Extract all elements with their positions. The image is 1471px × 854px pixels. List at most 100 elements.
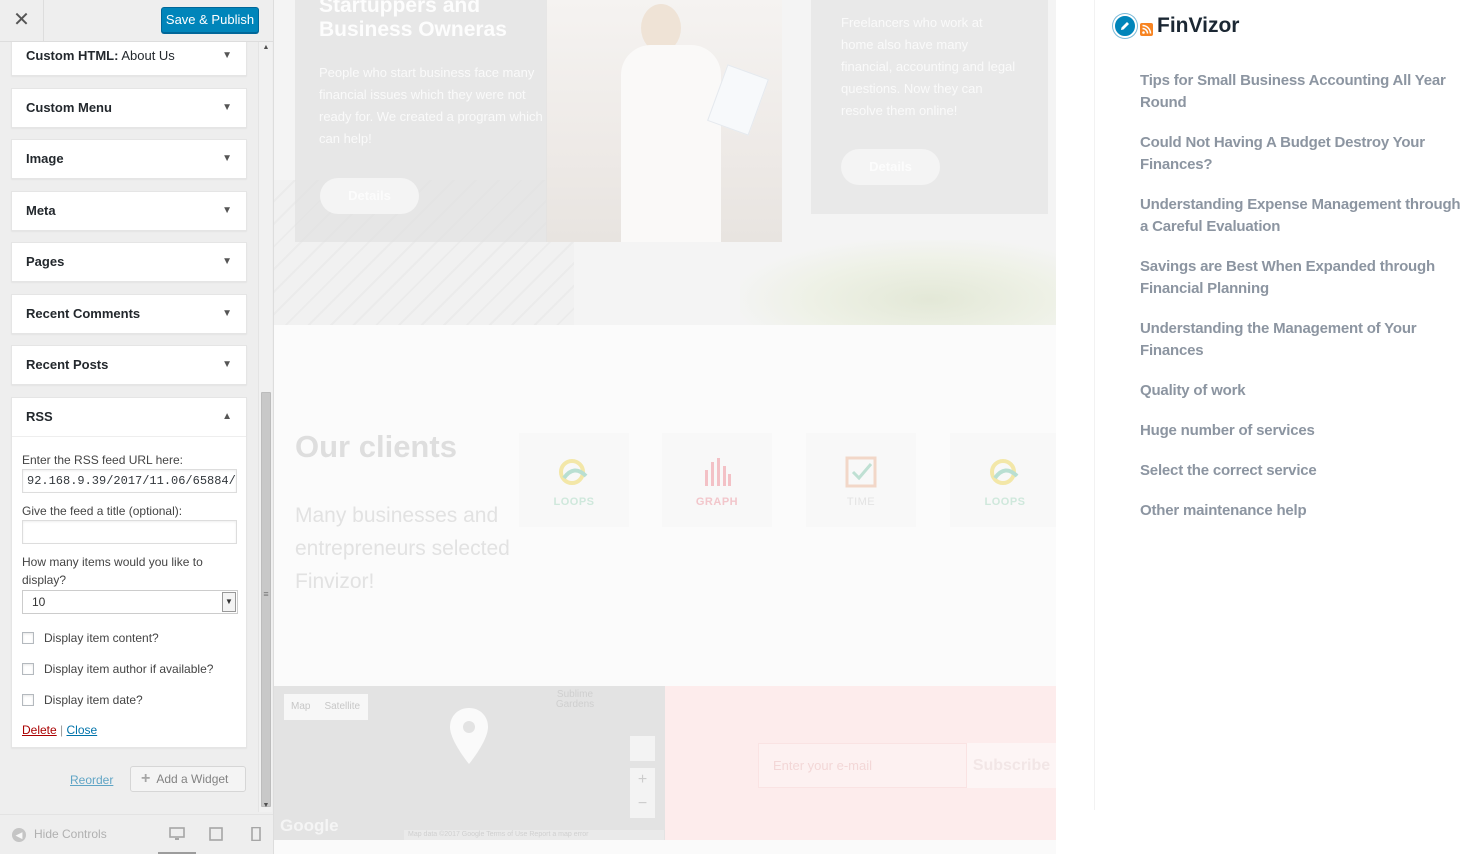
widget-header[interactable]: Custom HTML: About Us ▼ [12, 42, 246, 75]
close-customizer-button[interactable]: ✕ [0, 0, 44, 41]
expand-arrow-icon[interactable]: ▼ [222, 346, 232, 384]
subscribe-button[interactable]: Subscribe [967, 743, 1056, 788]
collapse-arrow-icon[interactable]: ▲ [222, 398, 232, 436]
hide-controls-button[interactable]: ◀ Hide Controls [12, 827, 107, 842]
time-logo-icon [845, 456, 877, 488]
chevron-down-icon[interactable]: ▼ [222, 592, 236, 612]
widget-title: Meta [26, 203, 56, 218]
street-view-icon[interactable] [630, 736, 655, 761]
customizer-header: ✕ Save & Publish [0, 0, 273, 42]
grip-icon: ≡ [263, 589, 269, 599]
woman-photo [546, 0, 782, 242]
widget-meta[interactable]: Meta ▼ [11, 191, 247, 231]
tablet-preview-icon[interactable] [208, 827, 224, 841]
delete-widget-link[interactable]: Delete [22, 723, 57, 737]
display-content-checkbox[interactable] [22, 631, 34, 644]
widget-header[interactable]: Image ▼ [12, 140, 246, 178]
display-date-checkbox[interactable] [22, 693, 34, 706]
items-count-value: 10 [32, 595, 46, 609]
customizer-footer: ◀ Hide Controls [0, 814, 273, 854]
display-author-option[interactable]: Display item author if available? [22, 653, 236, 684]
email-input[interactable]: Enter your e-mail [758, 743, 967, 788]
rss-widget-title[interactable]: FinVizor [1157, 14, 1239, 38]
widget-title: Custom HTML: [26, 48, 119, 63]
rss-item-link[interactable]: Huge number of services [1140, 420, 1470, 442]
expand-arrow-icon[interactable]: ▼ [222, 89, 232, 127]
rss-item-link[interactable]: Savings are Best When Expanded through F… [1140, 256, 1470, 300]
mobile-preview-icon[interactable] [248, 827, 264, 841]
rss-item-link[interactable]: Select the correct service [1140, 460, 1470, 482]
sidebar-scrollbar[interactable]: ▲ ≡ ▼ [258, 42, 272, 812]
widget-title: Recent Posts [26, 357, 109, 372]
actions-separator: | [56, 723, 67, 737]
scrollbar-thumb[interactable]: ≡ [261, 392, 271, 807]
details-button[interactable]: Details [320, 178, 419, 214]
widget-header[interactable]: RSS ▲ [12, 398, 246, 436]
widget-header[interactable]: Recent Posts ▼ [12, 346, 246, 384]
rss-icon[interactable] [1140, 22, 1153, 36]
widget-title: RSS [26, 409, 53, 424]
close-widget-link[interactable]: Close [66, 723, 97, 737]
items-count-select[interactable]: 10 ▼ [22, 590, 238, 614]
widget-custom-menu[interactable]: Custom Menu ▼ [11, 88, 247, 128]
rss-item-link[interactable]: Quality of work [1140, 380, 1470, 402]
client-logo-time: TIME [806, 433, 916, 527]
widgets-panel: Custom HTML: About Us ▼ Custom Menu ▼ Im… [0, 42, 258, 812]
rss-widget-header: FinVizor [1113, 13, 1239, 39]
rss-url-input[interactable]: 92.168.9.39/2017/11.06/65884/feed [22, 469, 237, 493]
expand-arrow-icon[interactable]: ▼ [222, 42, 232, 75]
logo-label: GRAPH [695, 496, 739, 508]
details-button[interactable]: Details [841, 149, 940, 185]
widget-custom-html[interactable]: Custom HTML: About Us ▼ [11, 42, 247, 76]
widget-header[interactable]: Pages ▼ [12, 243, 246, 281]
satellite-tab[interactable]: Satellite [317, 694, 367, 720]
map-area-label: Sublime Gardens [555, 689, 595, 710]
google-map[interactable]: Map Satellite Sublime Gardens + − Google … [274, 686, 665, 840]
feed-title-input[interactable] [22, 520, 237, 544]
map-tab[interactable]: Map [284, 694, 317, 720]
expand-arrow-icon[interactable]: ▼ [222, 243, 232, 281]
add-widget-label: Add a Widget [156, 772, 229, 786]
widget-recent-comments[interactable]: Recent Comments ▼ [11, 294, 247, 334]
clients-title: Our clients [295, 429, 457, 464]
map-pin-icon[interactable] [450, 708, 488, 764]
map-terms-text[interactable]: Map data ©2017 Google Terms of Use Repor… [404, 830, 664, 840]
hide-controls-label: Hide Controls [34, 827, 107, 841]
rss-item-link[interactable]: Could Not Having A Budget Destroy Your F… [1140, 132, 1470, 176]
widget-rss[interactable]: RSS ▲ Enter the RSS feed URL here: 92.16… [11, 397, 247, 748]
expand-arrow-icon[interactable]: ▼ [222, 295, 232, 333]
map-type-control[interactable]: Map Satellite [284, 694, 368, 720]
desktop-preview-icon[interactable] [169, 827, 185, 841]
widget-header[interactable]: Meta ▼ [12, 192, 246, 230]
widget-recent-posts[interactable]: Recent Posts ▼ [11, 345, 247, 385]
edit-shortcut-button[interactable] [1113, 14, 1137, 38]
google-logo: Google [280, 816, 339, 835]
zoom-out-icon[interactable]: − [630, 792, 655, 816]
display-date-option[interactable]: Display item date? [22, 684, 236, 715]
widget-title: Custom Menu [26, 100, 112, 115]
pencil-icon [1121, 22, 1129, 30]
scroll-up-icon[interactable]: ▲ [259, 42, 273, 54]
rss-widget-preview: FinVizor Tips for Small Business Account… [1094, 0, 1471, 810]
add-widget-button[interactable]: + Add a Widget [130, 766, 246, 792]
expand-arrow-icon[interactable]: ▼ [222, 192, 232, 230]
rss-item-link[interactable]: Understanding the Management of Your Fin… [1140, 318, 1470, 362]
widget-header[interactable]: Recent Comments ▼ [12, 295, 246, 333]
widget-pages[interactable]: Pages ▼ [11, 242, 247, 282]
display-author-checkbox[interactable] [22, 662, 34, 675]
rss-item-link[interactable]: Tips for Small Business Accounting All Y… [1140, 70, 1470, 114]
widget-header[interactable]: Custom Menu ▼ [12, 89, 246, 127]
zoom-control[interactable]: + − [630, 768, 655, 818]
save-publish-button[interactable]: Save & Publish [161, 7, 259, 33]
rss-item-link[interactable]: Other maintenance help [1140, 500, 1470, 522]
widget-image[interactable]: Image ▼ [11, 139, 247, 179]
rss-item-link[interactable]: Understanding Expense Management through… [1140, 194, 1470, 238]
zoom-in-icon[interactable]: + [630, 768, 655, 792]
expand-arrow-icon[interactable]: ▼ [222, 140, 232, 178]
card-text: People who start business face many fina… [319, 65, 543, 146]
scroll-down-icon[interactable]: ▼ [259, 800, 273, 812]
display-content-option[interactable]: Display item content? [22, 622, 236, 653]
site-preview[interactable]: Startuppers and Business Owneras People … [274, 0, 1056, 854]
reorder-link[interactable]: Reorder [70, 773, 113, 787]
rss-widget-form: Enter the RSS feed URL here: 92.168.9.39… [12, 436, 246, 747]
